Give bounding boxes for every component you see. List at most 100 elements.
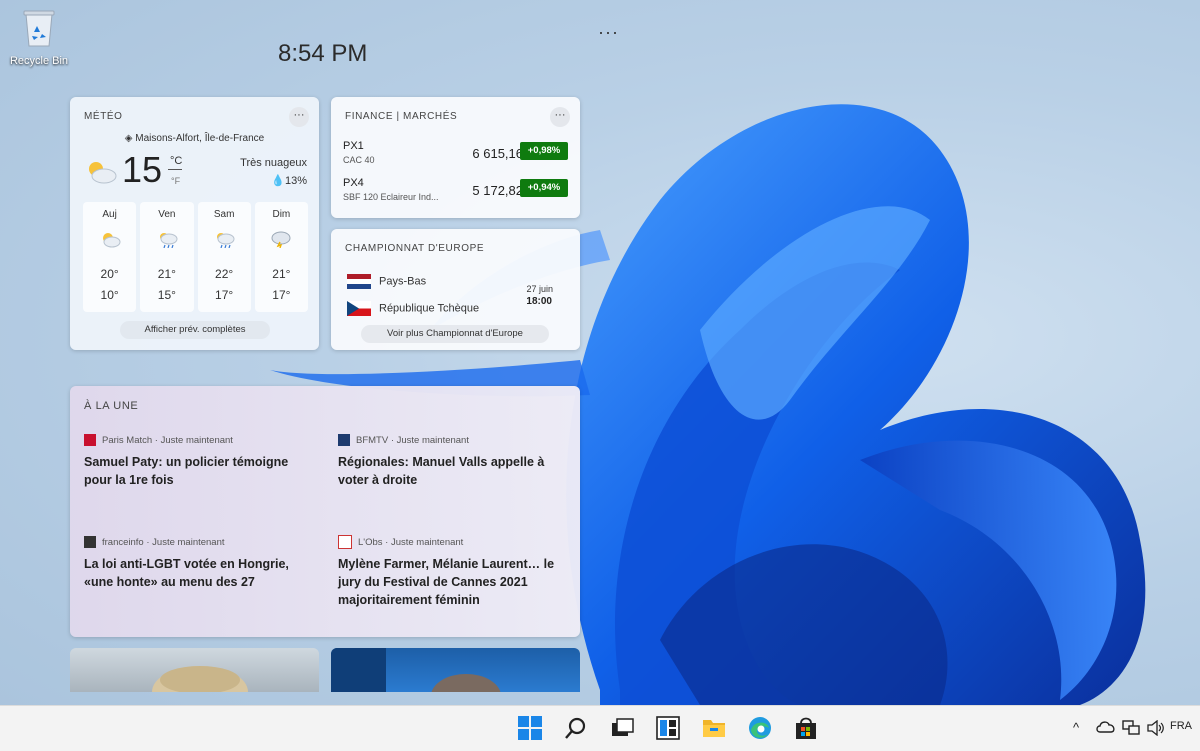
stock-change-badge: +0,98% [520,142,568,160]
match-time: 18:00 [526,296,552,307]
celsius-toggle[interactable]: °C [170,155,182,167]
rain-showers-icon [159,233,178,249]
finance-widget[interactable]: FINANCE | MARCHÉS ··· PX1 CAC 40 6 615,1… [331,97,580,218]
forecast-low: 17° [215,288,234,302]
stock-symbol: PX4 [343,177,364,189]
forecast-low: 17° [272,288,291,302]
taskbar: ^ FRA [0,705,1200,751]
widgets-clock: 8:54 PM [278,40,368,67]
partly-sunny-icon [89,162,117,184]
full-forecast-link[interactable]: Afficher prév. complètes [120,321,270,339]
article-source-text: BFMTV · Juste maintenant [356,434,469,446]
article-source-text: L'Obs · Juste maintenant [358,536,464,548]
stock-row[interactable]: PX4 SBF 120 Eclaireur Ind... 5 172,82 +0… [343,177,568,213]
article-source: Paris Match · Juste maintenant [84,433,304,447]
news-article[interactable]: BFMTV · Juste maintenant Régionales: Man… [338,433,558,489]
forecast-day[interactable]: Auj 20° 10° [83,202,137,312]
news-photo-image [331,648,501,692]
sports-widget[interactable]: CHAMPIONNAT D'EUROPE Pays-Bas République… [331,229,580,350]
current-temperature: 15 [122,149,163,190]
widgets-icon[interactable] [655,715,681,741]
volume-icon[interactable] [1147,720,1165,736]
article-headline: Mylène Farmer, Mélanie Laurent… le jury … [338,557,555,607]
weather-title: MÉTÉO [84,111,123,122]
franceinfo-logo-icon [84,536,96,548]
forecast-high: 20° [100,267,119,281]
netherlands-flag-icon [347,274,371,289]
forecast-day-name: Sam [213,209,235,220]
humidity-value: 13% [284,175,307,187]
store-icon[interactable] [793,715,819,741]
forecast-low: 10° [100,288,119,302]
forecast-day[interactable]: Ven 21° 15° [140,202,194,312]
news-title: À LA UNE [84,400,139,412]
thunderstorm-icon [271,231,291,249]
recycle-bin-icon [23,10,55,47]
news-photo-image [152,666,248,692]
forecast-day[interactable]: Sam 22° 17° [197,202,251,312]
recycle-bin-label: Recycle Bin [9,55,69,67]
raindrop-icon: 💧 [271,175,285,187]
task-view-icon[interactable] [609,715,635,741]
finance-more-button[interactable]: ··· [550,107,570,127]
forecast-low: 15° [157,288,176,302]
show-hidden-icons-chevron-icon[interactable]: ^ [1073,720,1079,735]
article-source-text: franceinfo · Juste maintenant [102,536,225,548]
forecast-high: 21° [272,267,291,281]
news-article[interactable]: franceinfo · Juste maintenant La loi ant… [84,535,304,591]
input-language-indicator[interactable]: FRA [1170,720,1192,732]
article-headline: La loi anti-LGBT votée en Hongrie, «une … [84,557,289,589]
news-thumbnail[interactable] [70,648,319,692]
stock-name: SBF 120 Eclaireur Ind... [343,192,439,202]
search-icon[interactable] [563,715,589,741]
start-icon[interactable] [517,715,543,741]
more-championship-link[interactable]: Voir plus Championnat d'Europe [361,325,549,343]
weather-location-text: Maisons-Alfort, Île-de-France [135,133,265,144]
news-thumbnail[interactable] [331,648,580,692]
weather-more-button[interactable]: ··· [289,107,309,127]
stock-change-badge: +0,94% [520,179,568,197]
finance-title: FINANCE | MARCHÉS [345,111,458,122]
forecast-high: 22° [215,267,234,281]
sports-title: CHAMPIONNAT D'EUROPE [345,243,485,254]
partly-sunny-icon [102,233,121,248]
edge-icon[interactable] [747,715,773,741]
article-headline: Samuel Paty: un policier témoigne pour l… [84,455,289,487]
file-explorer-icon[interactable] [701,715,727,741]
unit-divider [168,169,182,170]
article-source: BFMTV · Juste maintenant [338,433,558,447]
weather-location: ◈ Maisons-Alfort, Île-de-France [70,133,319,144]
location-pin-icon: ◈ [124,133,136,144]
match-date: 27 juin [526,284,553,294]
forecast-day-name: Auj [102,209,117,220]
widgets-options-button[interactable]: ··· [598,22,619,43]
forecast-day[interactable]: Dim 21° 17° [254,202,308,312]
forecast-day-name: Ven [158,209,176,220]
top-stories-widget[interactable]: À LA UNE Paris Match · Juste maintenant … [70,386,580,637]
onedrive-cloud-icon[interactable] [1096,719,1116,733]
network-icon[interactable] [1122,720,1140,736]
weather-widget[interactable]: MÉTÉO ··· ◈ Maisons-Alfort, Île-de-Franc… [70,97,319,350]
rain-showers-icon [217,233,235,249]
news-article[interactable]: L'Obs · Juste maintenant Mylène Farmer, … [338,535,568,609]
news-article[interactable]: Paris Match · Juste maintenant Samuel Pa… [84,433,304,489]
czech-flag-icon [347,301,371,316]
paris-match-logo-icon [84,434,96,446]
lobs-logo-icon [338,535,352,549]
recycle-bin-shortcut[interactable]: Recycle Bin [6,8,72,67]
weather-condition: Très nuageux [240,157,307,169]
team-away: République Tchèque [347,301,479,316]
article-source-text: Paris Match · Juste maintenant [102,434,233,446]
stock-name: CAC 40 [343,155,375,165]
stock-row[interactable]: PX1 CAC 40 6 615,16 +0,98% [343,140,568,176]
forecast-day-name: Dim [272,209,291,220]
fahrenheit-toggle[interactable]: °F [171,176,180,186]
stock-symbol: PX1 [343,140,364,152]
bfmtv-logo-icon [338,434,350,446]
article-source: franceinfo · Juste maintenant [84,535,304,549]
forecast-row: Auj 20° 10° Ven 21° 15° Sam 22° 17° Dim … [83,202,308,312]
forecast-high: 21° [157,267,176,281]
team-home: Pays-Bas [347,274,426,289]
stock-price: 6 615,16 [472,146,523,161]
stock-price: 5 172,82 [472,183,523,198]
